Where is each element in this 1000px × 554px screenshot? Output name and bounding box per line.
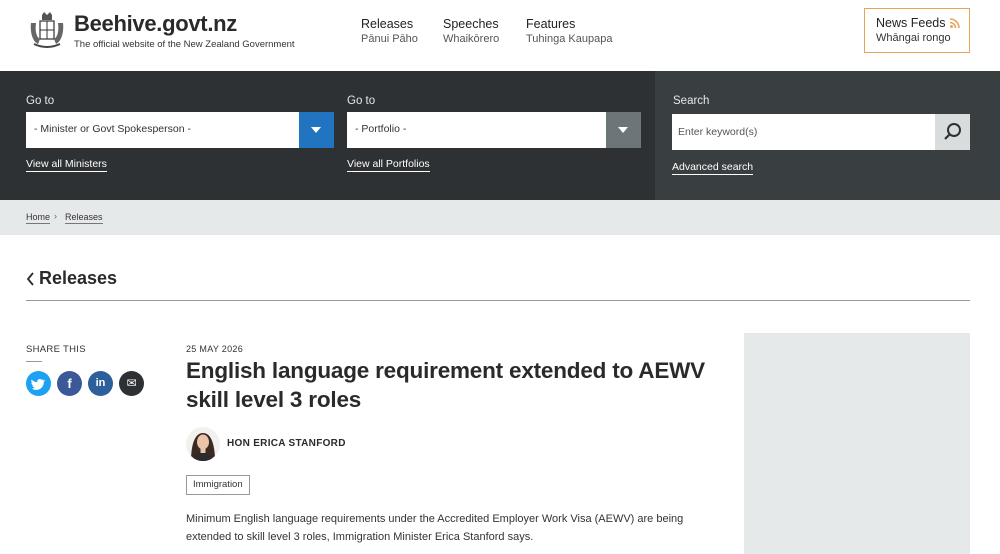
page-title[interactable]: Releases xyxy=(39,268,117,289)
search-input[interactable] xyxy=(672,114,936,150)
view-all-ministers-link[interactable]: View all Ministers xyxy=(26,158,107,172)
search-label: Search xyxy=(673,95,710,107)
portfolio-tag[interactable]: Immigration xyxy=(186,475,250,495)
breadcrumb-separator: › xyxy=(54,211,57,221)
chevron-down-icon[interactable] xyxy=(606,112,641,148)
divider xyxy=(26,300,970,301)
minister-select[interactable]: - Minister or Govt Spokesperson - xyxy=(26,112,334,148)
sidebar-panel xyxy=(744,333,970,554)
nav-features-sublabel: Tuhinga Kaupapa xyxy=(526,33,613,45)
search-icon xyxy=(944,123,961,140)
breadcrumb xyxy=(0,200,1000,235)
twitter-bird-icon xyxy=(31,379,46,390)
goto-portfolio-label: Go to xyxy=(347,95,376,107)
minister-select-value: - Minister or Govt Spokesperson - xyxy=(34,123,191,135)
linkedin-icon[interactable]: in xyxy=(88,371,113,396)
nav-releases-sublabel: Pānui Pāho xyxy=(361,33,418,45)
nav-releases-label: Releases xyxy=(361,17,414,31)
nz-coat-of-arms-icon[interactable] xyxy=(26,11,68,51)
facebook-icon[interactable]: f xyxy=(57,371,82,396)
portfolio-select[interactable]: - Portfolio - xyxy=(347,112,641,148)
share-label: SHARE THIS xyxy=(26,344,86,355)
search-button[interactable] xyxy=(935,114,970,150)
minister-avatar[interactable] xyxy=(186,427,220,461)
rss-icon xyxy=(950,18,961,28)
chevron-left-icon[interactable] xyxy=(26,272,36,286)
share-divider xyxy=(26,361,42,362)
advanced-search-link[interactable]: Advanced search xyxy=(672,161,754,175)
article-title: English language requirement extended to… xyxy=(186,358,705,412)
release-date: 25 MAY 2026 xyxy=(186,344,244,354)
nav-features[interactable]: Features Tuhinga Kaupapa xyxy=(526,17,612,46)
news-feeds-sublabel: Whāngai rongo xyxy=(876,32,951,44)
site-title[interactable]: Beehive.govt.nz xyxy=(74,11,237,37)
site-header: Beehive.govt.nz The official website of … xyxy=(0,0,1000,71)
nav-features-label: Features xyxy=(526,17,576,31)
email-icon[interactable]: ✉ xyxy=(119,371,144,396)
nav-speeches[interactable]: Speeches Whaikōrero xyxy=(443,17,499,46)
nav-speeches-label: Speeches xyxy=(443,17,499,31)
chevron-down-icon[interactable] xyxy=(299,112,334,148)
breadcrumb-releases[interactable]: Releases xyxy=(65,212,103,224)
site-tagline: The official website of the New Zealand … xyxy=(74,39,295,50)
news-feeds-label: News Feeds xyxy=(876,16,946,30)
article-body: Minimum English language requirements un… xyxy=(186,513,684,543)
nav-speeches-sublabel: Whaikōrero xyxy=(443,33,500,45)
minister-name[interactable]: HON ERICA STANFORD xyxy=(227,438,346,449)
twitter-icon[interactable] xyxy=(26,371,51,396)
breadcrumb-home[interactable]: Home xyxy=(26,212,51,224)
portfolio-select-value: - Portfolio - xyxy=(355,123,407,135)
nav-releases[interactable]: Releases Pānui Pāho xyxy=(361,17,418,46)
view-all-portfolios-link[interactable]: View all Portfolios xyxy=(347,158,430,172)
goto-minister-label: Go to xyxy=(26,95,55,107)
news-feeds-button[interactable]: News Feeds Whāngai rongo xyxy=(864,8,970,53)
